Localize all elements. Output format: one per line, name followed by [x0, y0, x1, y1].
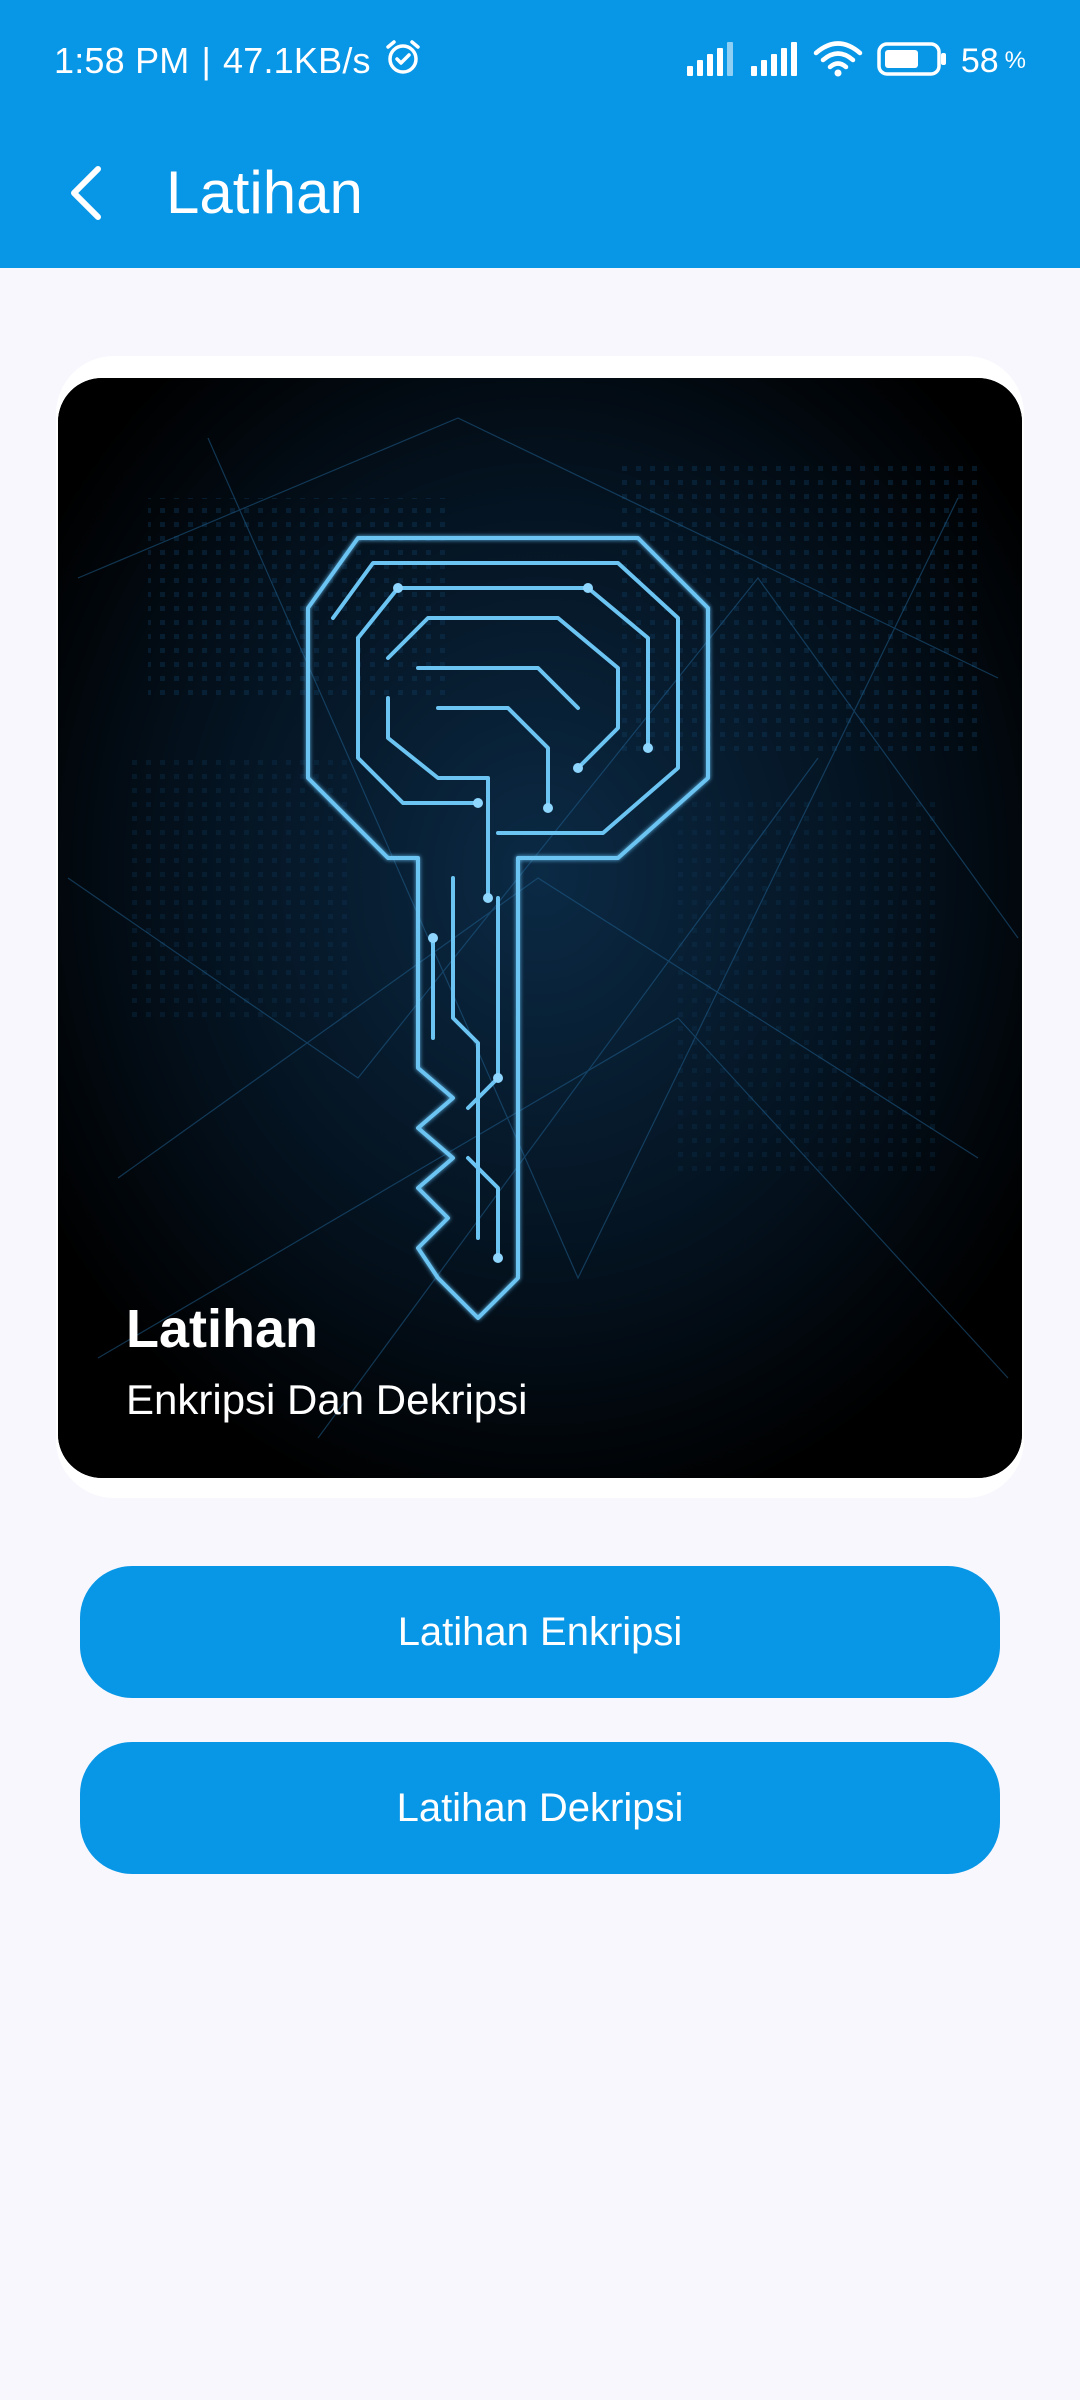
card-subtitle: Enkripsi Dan Dekripsi [126, 1376, 528, 1423]
status-right: 58 % [685, 36, 1026, 86]
app-bar: Latihan [0, 118, 1080, 268]
status-separator: | [201, 40, 212, 81]
battery-icon [877, 41, 947, 82]
signal-icon-2 [749, 41, 799, 81]
alarm-icon [383, 37, 423, 86]
page-title: Latihan [166, 159, 363, 226]
back-button[interactable] [42, 148, 132, 238]
network-speed: 47.1KB/s [223, 40, 371, 81]
battery-level: 58 [960, 41, 999, 80]
battery-unit: % [1004, 47, 1026, 74]
top-bar: 1:58 PM | 47.1KB/s 58 % Latihan [0, 0, 1080, 268]
latihan-dekripsi-button[interactable]: Latihan Dekripsi [80, 1742, 1000, 1874]
status-bar: 1:58 PM | 47.1KB/s 58 % [0, 0, 1080, 118]
status-left: 1:58 PM | 47.1KB/s [54, 36, 423, 86]
wifi-icon [813, 40, 863, 83]
status-time: 1:58 PM [54, 40, 190, 81]
signal-icon [685, 41, 735, 81]
back-arrow-icon [71, 166, 101, 220]
latihan-card: Latihan Enkripsi Dan Dekripsi [58, 378, 1022, 1478]
latihan-enkripsi-button[interactable]: Latihan Enkripsi [80, 1566, 1000, 1698]
card-title: Latihan [126, 1299, 319, 1359]
